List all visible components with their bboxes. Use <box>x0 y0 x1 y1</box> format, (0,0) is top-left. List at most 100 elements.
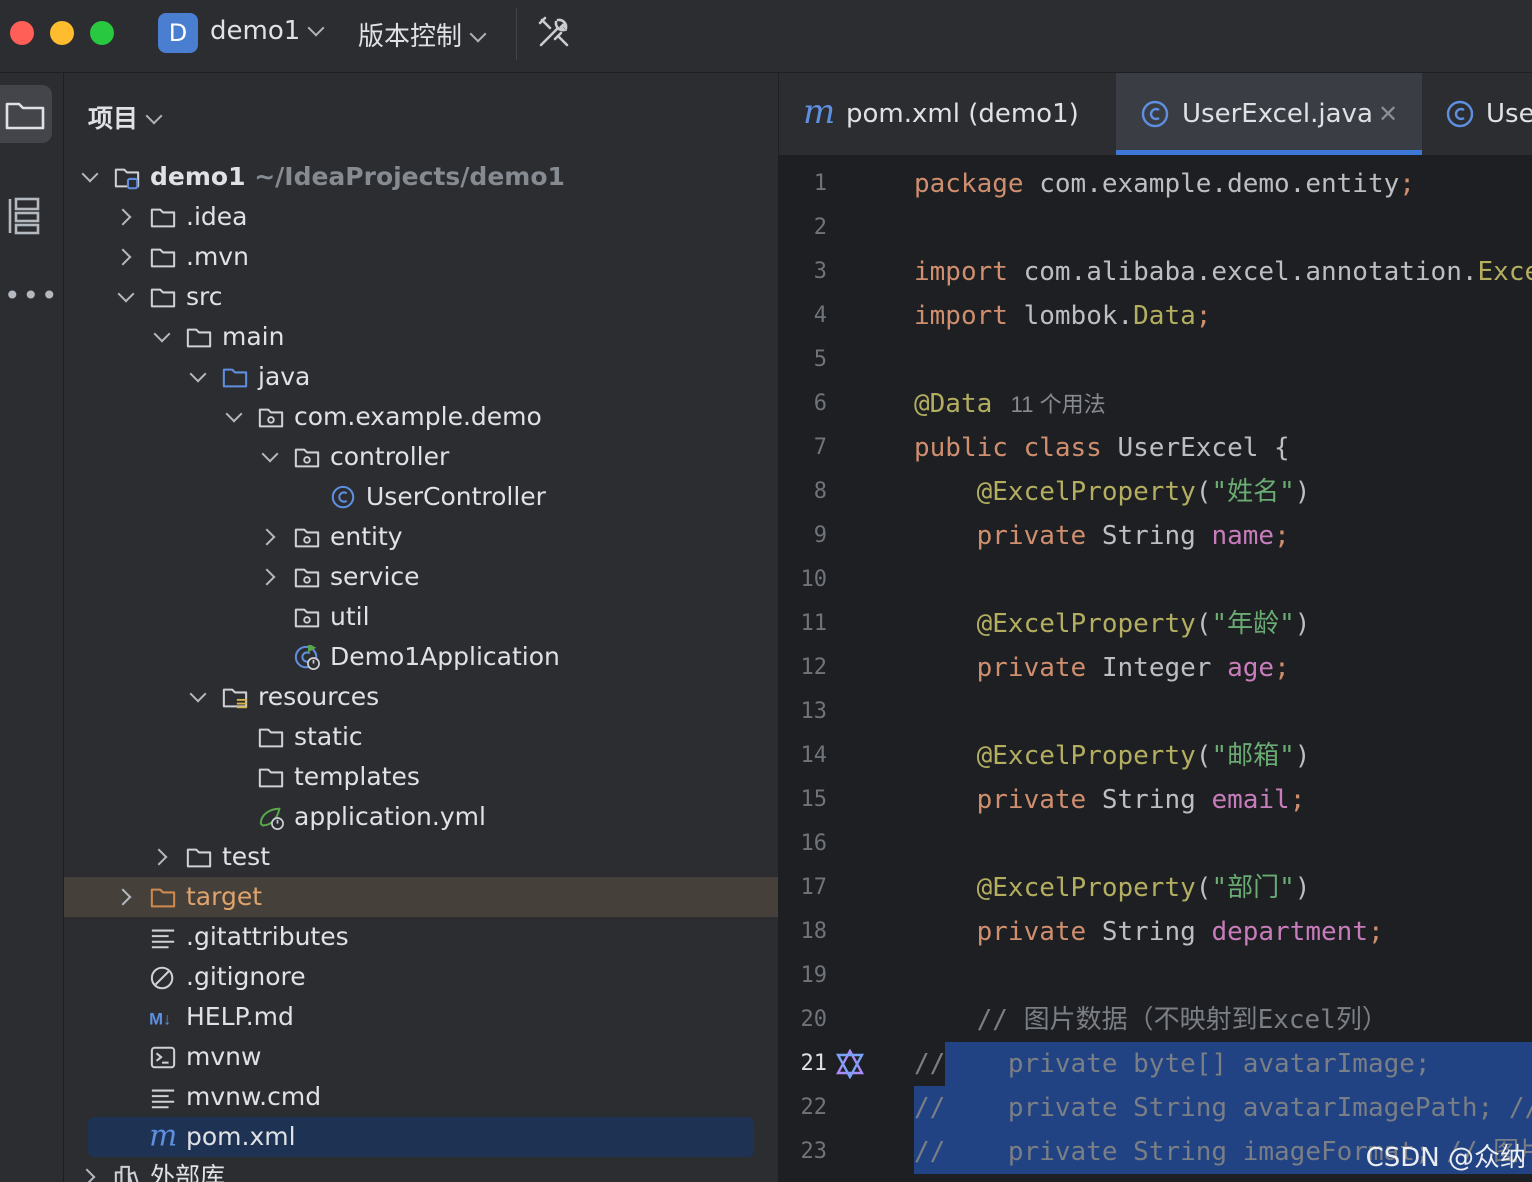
chevron-right-icon[interactable] <box>260 517 280 557</box>
chevron-right-icon[interactable] <box>116 237 136 277</box>
code-line[interactable]: private String department; <box>914 910 1384 954</box>
tree-item-label: src <box>186 282 223 311</box>
chevron-down-icon[interactable] <box>260 437 280 477</box>
project-name: demo1 <box>210 16 301 46</box>
tree-item-java[interactable]: java <box>64 357 778 397</box>
tree-item-test[interactable]: test <box>64 837 778 877</box>
tree-item-demo1application[interactable]: Demo1Application <box>64 637 778 677</box>
project-selector[interactable]: demo1 <box>210 16 325 46</box>
close-window-button[interactable] <box>10 21 34 45</box>
tree-item-main[interactable]: main <box>64 317 778 357</box>
tree-item-label: java <box>258 362 311 391</box>
tree-item-idea[interactable]: .idea <box>64 197 778 237</box>
code-line[interactable]: private String email; <box>914 778 1306 822</box>
line-number: 19 <box>800 963 828 988</box>
chevron-down-icon[interactable] <box>116 277 136 317</box>
code-token: ( <box>1195 873 1212 903</box>
vcs-menu[interactable]: 版本控制 <box>358 16 487 53</box>
panel-title[interactable]: 项目 <box>88 99 163 135</box>
code-line[interactable]: // 图片数据（不映射到Excel列） <box>914 998 1388 1042</box>
chevron-down-icon[interactable] <box>188 357 208 397</box>
code-line[interactable]: @ExcelProperty("年龄") <box>914 602 1311 646</box>
tree-item-entity[interactable]: entity <box>64 517 778 557</box>
package-icon <box>294 568 320 588</box>
tree-item-templates[interactable]: templates <box>64 757 778 797</box>
chevron-down-icon[interactable] <box>224 397 244 437</box>
code-line[interactable]: // private byte[] avatarImage; <box>914 1042 1431 1086</box>
tree-item-gitattributes[interactable]: .gitattributes <box>64 917 778 957</box>
tree-item-mvnw-cmd[interactable]: mvnw.cmd <box>64 1077 778 1117</box>
tree-item-mvn[interactable]: .mvn <box>64 237 778 277</box>
chevron-down-icon[interactable] <box>152 317 172 357</box>
tree-item-util[interactable]: util <box>64 597 778 637</box>
code-line[interactable]: private Integer age; <box>914 646 1290 690</box>
code-token: import <box>914 257 1008 287</box>
tree-item-mvnw[interactable]: mvnw <box>64 1037 778 1077</box>
structure-icon[interactable] <box>4 193 44 239</box>
tree-item-resources[interactable]: resources <box>64 677 778 717</box>
tab-user[interactable]: Use <box>1423 73 1532 155</box>
code-token: // private String avatarImagePath; // <box>914 1093 1532 1123</box>
tree-item-gitignore[interactable]: .gitignore <box>64 957 778 997</box>
tree-item-help-md[interactable]: M↓ HELP.md <box>64 997 778 1037</box>
code-line[interactable]: @ExcelProperty("姓名") <box>914 470 1311 514</box>
tree-item-target[interactable]: target <box>64 877 778 917</box>
code-token: private <box>976 521 1087 551</box>
tab-userexcel-java[interactable]: UserExcel.java ✕ <box>1116 73 1422 155</box>
tree-item-[interactable]: 外部库 <box>64 1157 778 1182</box>
tree-item-src[interactable]: src <box>64 277 778 317</box>
line-number: 8 <box>813 479 827 504</box>
line-number: 20 <box>800 1007 828 1032</box>
chevron-right-icon[interactable] <box>260 557 280 597</box>
tree-item-label: .mvn <box>186 242 249 271</box>
chevron-right-icon[interactable] <box>116 197 136 237</box>
ai-assistant-icon[interactable] <box>835 1049 865 1079</box>
svg-text:M↓: M↓ <box>149 1010 171 1029</box>
code-token: Exce <box>1477 257 1532 287</box>
tree-item-controller[interactable]: controller <box>64 437 778 477</box>
code-line[interactable]: // private String avatarImagePath; // <box>914 1086 1532 1130</box>
spring-boot-app-icon <box>294 645 320 670</box>
chevron-down-icon[interactable] <box>188 677 208 717</box>
maven-icon: m <box>149 1125 177 1151</box>
chevron-right-icon[interactable] <box>116 877 136 917</box>
tab-pom-xml[interactable]: m pom.xml (demo1) <box>779 73 1115 155</box>
tree-item-service[interactable]: service <box>64 557 778 597</box>
code-line[interactable]: import lombok.Data; <box>914 294 1211 338</box>
tree-item-usercontroller[interactable]: UserController <box>64 477 778 517</box>
chevron-right-icon[interactable] <box>152 837 172 877</box>
chevron-right-icon[interactable] <box>80 1157 100 1182</box>
tree-item-label: demo1 ~/IdeaProjects/demo1 <box>150 162 565 191</box>
chevron-down-icon[interactable] <box>80 157 100 197</box>
tree-item-demo1[interactable]: demo1 ~/IdeaProjects/demo1 <box>64 157 778 197</box>
code-line[interactable]: package com.example.demo.entity; <box>914 162 1415 206</box>
tree-item-com-example-demo[interactable]: com.example.demo <box>64 397 778 437</box>
tools-icon[interactable] <box>536 14 572 50</box>
code-token: department <box>1211 917 1368 947</box>
code-line[interactable]: @ExcelProperty("邮箱") <box>914 734 1311 778</box>
tree-item-label: mvnw.cmd <box>186 1082 322 1111</box>
tree-item-label: main <box>222 322 285 351</box>
line-number: 22 <box>800 1095 828 1120</box>
code-token: ) <box>1294 477 1311 507</box>
close-icon[interactable]: ✕ <box>1378 73 1398 155</box>
tree-item-static[interactable]: static <box>64 717 778 757</box>
code-line[interactable]: private String name; <box>914 514 1290 558</box>
code-line[interactable]: @ExcelProperty("部门") <box>914 866 1311 910</box>
tab-label: Use <box>1486 99 1532 129</box>
code-token: "部门" <box>1211 873 1295 903</box>
project-tool-button[interactable] <box>0 85 52 143</box>
code-line[interactable]: import com.alibaba.excel.annotation.Exce <box>914 250 1532 294</box>
more-tools-icon[interactable]: ••• <box>4 279 60 312</box>
line-number: 4 <box>813 303 827 328</box>
tree-item-pom-xml[interactable]: m pom.xml <box>88 1117 754 1157</box>
zoom-window-button[interactable] <box>90 21 114 45</box>
minimize-window-button[interactable] <box>50 21 74 45</box>
tab-label: pom.xml (demo1) <box>846 99 1079 129</box>
line-number: 15 <box>800 787 828 812</box>
code-line[interactable]: public class UserExcel { <box>914 426 1290 470</box>
code-line[interactable]: @Data 11 个用法 <box>914 382 1106 426</box>
project-badge[interactable]: D <box>158 13 198 53</box>
tree-item-application-yml[interactable]: application.yml <box>64 797 778 837</box>
